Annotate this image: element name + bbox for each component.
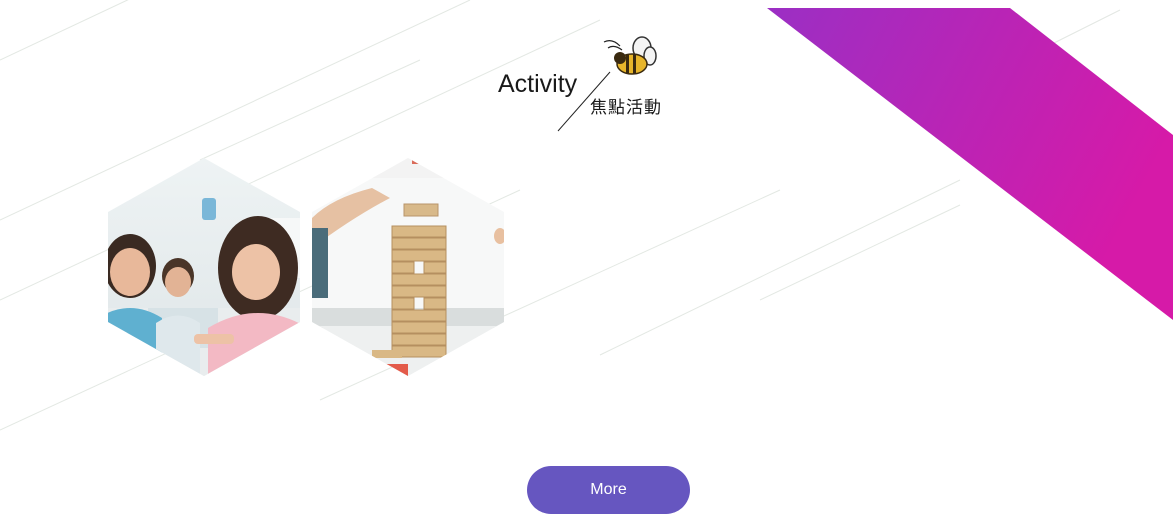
children-playing-image bbox=[108, 158, 300, 376]
block-tower-game-image bbox=[312, 158, 504, 376]
bee-icon bbox=[603, 36, 657, 75]
section-title-zh: 焦點活動 bbox=[590, 98, 662, 118]
section-title-en: Activity bbox=[498, 70, 578, 98]
gallery-photo-blocks[interactable] bbox=[312, 158, 504, 376]
more-button[interactable]: More bbox=[527, 466, 690, 514]
gallery-photo-children[interactable] bbox=[108, 158, 300, 376]
section-heading: Activity 焦點活動 bbox=[490, 36, 690, 136]
